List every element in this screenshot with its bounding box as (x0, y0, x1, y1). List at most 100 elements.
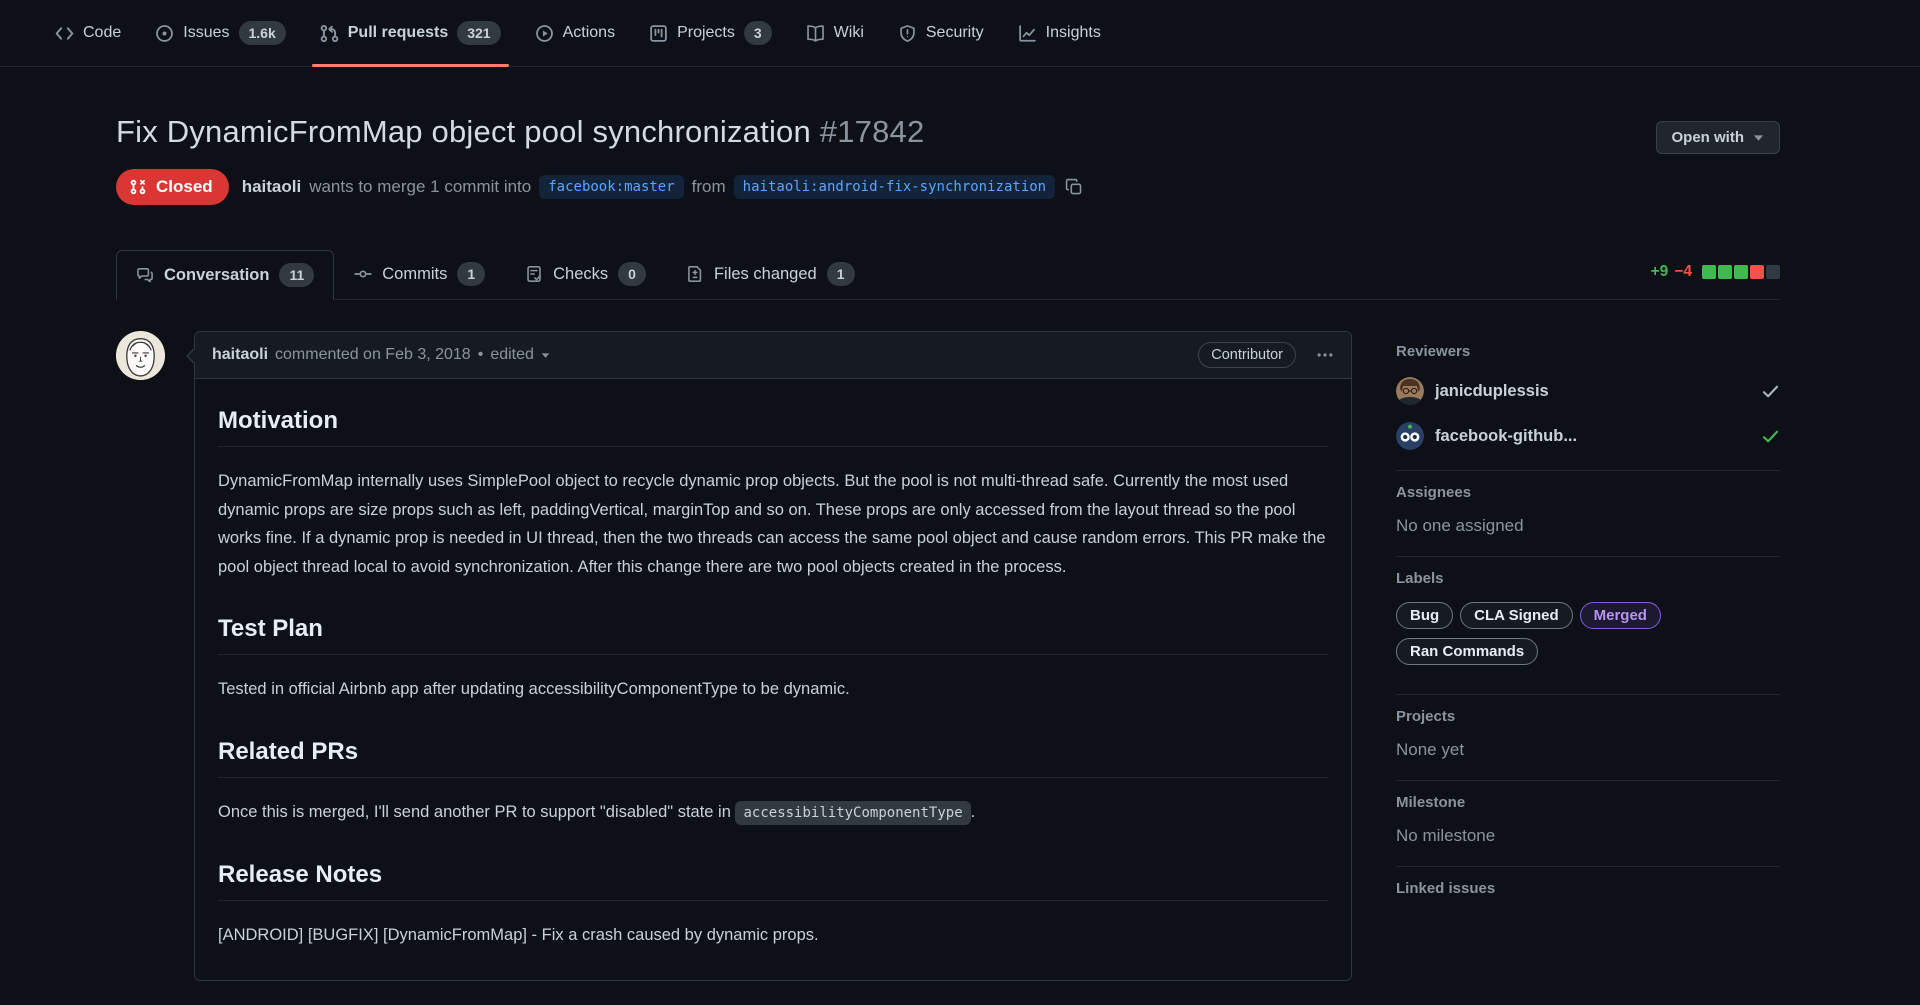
label-cla-signed[interactable]: CLA Signed (1460, 602, 1572, 629)
edited-dropdown[interactable]: edited (490, 346, 550, 364)
related-prs-paragraph: Once this is merged, I'll send another P… (218, 798, 1328, 828)
test-plan-paragraph: Tested in official Airbnb app after upda… (218, 675, 1328, 704)
git-commit-icon (354, 265, 372, 283)
labels-list: Bug CLA Signed Merged Ran Commands (1396, 602, 1780, 674)
kebab-menu-icon[interactable] (1316, 346, 1334, 364)
nav-wiki[interactable]: Wiki (792, 0, 878, 66)
nav-label: Actions (563, 24, 615, 42)
sidebar-section-labels[interactable]: Labels Bug CLA Signed Merged Ran Command… (1396, 557, 1780, 695)
open-with-button[interactable]: Open with (1656, 121, 1781, 154)
pr-number: #17842 (820, 114, 925, 149)
approved-check-icon (1761, 427, 1780, 446)
review-check-icon (1761, 382, 1780, 401)
tab-files-changed[interactable]: Files changed 1 (666, 249, 875, 299)
reviewer-row[interactable]: janicduplessis (1396, 377, 1780, 405)
pr-sidebar: Reviewers janicduplessis (1396, 331, 1780, 917)
release-notes-paragraph: [ANDROID] [BUGFIX] [DynamicFromMap] - Fi… (218, 921, 1328, 950)
chevron-down-icon (1753, 134, 1764, 142)
graph-icon (1018, 24, 1037, 43)
repo-nav: Code Issues 1.6k Pull requests 321 Actio… (0, 0, 1920, 67)
linked-issues-heading: Linked issues (1396, 880, 1780, 897)
nav-label: Code (83, 24, 121, 42)
open-with-label: Open with (1672, 129, 1745, 146)
nav-actions[interactable]: Actions (521, 0, 629, 66)
avatar[interactable] (116, 331, 165, 380)
base-branch-ref[interactable]: facebook:master (539, 175, 683, 199)
nav-security[interactable]: Security (884, 0, 998, 66)
comment-author-link[interactable]: haitaoli (212, 346, 268, 364)
pr-state-badge: Closed (116, 169, 229, 205)
commits-counter: 1 (457, 262, 485, 286)
avatar (1396, 377, 1424, 405)
pr-author-link[interactable]: haitaoli (242, 177, 302, 197)
nav-code[interactable]: Code (41, 0, 135, 66)
project-icon (649, 24, 668, 43)
motivation-paragraph: DynamicFromMap internally uses SimplePoo… (218, 467, 1328, 581)
contributor-badge: Contributor (1198, 342, 1296, 368)
tab-label: Checks (553, 265, 608, 284)
copy-branch-icon[interactable] (1065, 178, 1083, 196)
sidebar-section-reviewers: Reviewers janicduplessis (1396, 331, 1780, 471)
checks-counter: 0 (618, 262, 646, 286)
milestone-heading: Milestone (1396, 794, 1780, 811)
nav-label: Security (926, 24, 984, 42)
pr-title: Fix DynamicFromMap object pool synchroni… (116, 113, 924, 150)
pr-title-text: Fix DynamicFromMap object pool synchroni… (116, 114, 811, 149)
git-pull-request-icon (320, 24, 339, 43)
nav-label: Pull requests (348, 24, 448, 42)
nav-label: Projects (677, 24, 735, 42)
comment-header: haitaoli commented on Feb 3, 2018 • edit… (195, 332, 1351, 379)
code-icon (55, 24, 74, 43)
milestone-empty-text: No milestone (1396, 826, 1780, 846)
label-bug[interactable]: Bug (1396, 602, 1453, 629)
labels-heading: Labels (1396, 570, 1780, 587)
diffstat-deletions: −4 (1674, 263, 1692, 281)
label-ran-commands[interactable]: Ran Commands (1396, 638, 1538, 665)
book-icon (806, 24, 825, 43)
files-changed-counter: 1 (827, 262, 855, 286)
chevron-down-icon (541, 352, 550, 359)
nav-issues[interactable]: Issues 1.6k (141, 0, 300, 66)
sidebar-section-projects[interactable]: Projects None yet (1396, 695, 1780, 781)
file-diff-icon (686, 265, 704, 283)
checklist-icon (525, 265, 543, 283)
tab-conversation[interactable]: Conversation 11 (116, 250, 334, 300)
reviewer-row[interactable]: facebook-github... (1396, 422, 1780, 450)
nav-label: Insights (1046, 24, 1101, 42)
reviewers-heading: Reviewers (1396, 343, 1780, 360)
sidebar-section-milestone[interactable]: Milestone No milestone (1396, 781, 1780, 867)
pr-description-comment: haitaoli commented on Feb 3, 2018 • edit… (194, 331, 1352, 981)
nav-projects[interactable]: Projects 3 (635, 0, 786, 66)
tab-commits[interactable]: Commits 1 (334, 249, 505, 299)
conversation-counter: 11 (279, 263, 314, 287)
label-merged[interactable]: Merged (1580, 602, 1661, 629)
tab-checks[interactable]: Checks 0 (505, 249, 666, 299)
assignees-heading: Assignees (1396, 484, 1780, 501)
diffstat-additions: +9 (1651, 263, 1669, 281)
pr-tab-bar: Conversation 11 Commits 1 Checks 0 Files… (116, 249, 1780, 300)
comment-body: Motivation DynamicFromMap internally use… (195, 379, 1351, 980)
edited-label: edited (490, 346, 534, 364)
tab-label: Files changed (714, 265, 817, 284)
git-pull-request-closed-icon (129, 178, 147, 196)
diffstat: +9 −4 (1651, 263, 1780, 281)
issue-opened-icon (155, 24, 174, 43)
pull-requests-counter: 321 (457, 21, 500, 45)
related-prs-text: Once this is merged, I'll send another P… (218, 803, 731, 821)
sidebar-section-assignees[interactable]: Assignees No one assigned (1396, 471, 1780, 557)
section-heading-motivation: Motivation (218, 407, 1328, 447)
shield-icon (898, 24, 917, 43)
merge-status-text: haitaoli wants to merge 1 commit into fa… (242, 175, 1083, 199)
issues-counter: 1.6k (239, 21, 286, 45)
nav-pull-requests[interactable]: Pull requests 321 (306, 0, 515, 66)
related-prs-text-after: . (971, 803, 976, 821)
projects-empty-text: None yet (1396, 740, 1780, 760)
nav-label: Issues (183, 24, 229, 42)
sidebar-section-linked-issues[interactable]: Linked issues (1396, 867, 1780, 917)
section-heading-test-plan: Test Plan (218, 615, 1328, 655)
reviewer-name: janicduplessis (1435, 382, 1549, 401)
tab-label: Commits (382, 265, 447, 284)
nav-insights[interactable]: Insights (1004, 0, 1115, 66)
nav-label: Wiki (834, 24, 864, 42)
head-branch-ref[interactable]: haitaoli:android-fix-synchronization (734, 175, 1055, 199)
